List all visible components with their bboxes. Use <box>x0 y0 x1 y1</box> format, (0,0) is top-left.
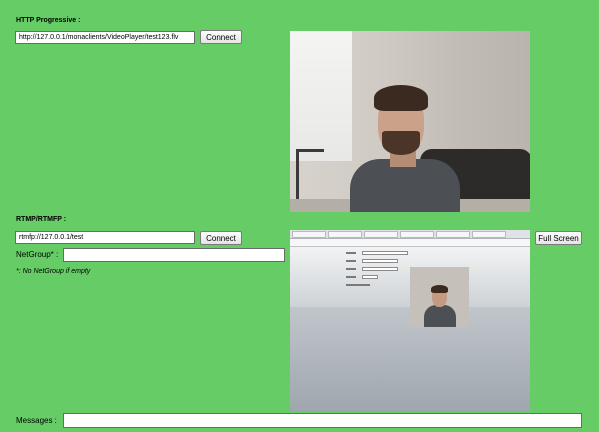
captured-text <box>346 260 356 262</box>
captured-text <box>346 268 356 270</box>
captured-input <box>362 251 408 255</box>
captured-person-hair <box>431 285 448 293</box>
captured-tab <box>364 231 398 238</box>
captured-tab <box>292 231 326 238</box>
captured-tab <box>400 231 434 238</box>
captured-tab <box>472 231 506 238</box>
rtmp-video-player[interactable] <box>290 230 530 411</box>
captured-tab <box>436 231 470 238</box>
video-window-light <box>290 31 352 161</box>
rtmp-url-input[interactable]: rtmfp://127.0.0.1/test <box>15 231 195 244</box>
video-person-hair <box>374 85 428 111</box>
rtmp-section-title: RTMP/RTMFP : <box>16 216 67 223</box>
http-section-title: HTTP Progressive : <box>16 17 81 24</box>
messages-label: Messages : <box>16 416 57 425</box>
netgroup-hint: *: No NetGroup if empty <box>16 268 91 275</box>
netgroup-label: NetGroup* : <box>16 250 59 259</box>
captured-person-body <box>424 305 456 327</box>
netgroup-input[interactable] <box>63 248 285 262</box>
captured-input <box>362 275 378 279</box>
captured-input <box>362 259 398 263</box>
http-url-input[interactable]: http://127.0.0.1/monaclients/VideoPlayer… <box>15 31 195 44</box>
captured-text <box>346 276 356 278</box>
http-connect-button[interactable]: Connect <box>200 30 242 44</box>
fullscreen-button[interactable]: Full Screen <box>535 231 582 245</box>
captured-tab <box>328 231 362 238</box>
captured-url-bar <box>290 239 530 247</box>
captured-input <box>362 267 398 271</box>
captured-text <box>346 284 370 286</box>
captured-text <box>346 252 356 254</box>
messages-input[interactable] <box>63 413 582 428</box>
rtmp-connect-button[interactable]: Connect <box>200 231 242 245</box>
captured-video-thumbnail <box>410 267 469 327</box>
captured-browser-tabbar <box>290 230 530 239</box>
video-person-beard <box>382 131 420 155</box>
http-video-player[interactable] <box>290 31 530 212</box>
